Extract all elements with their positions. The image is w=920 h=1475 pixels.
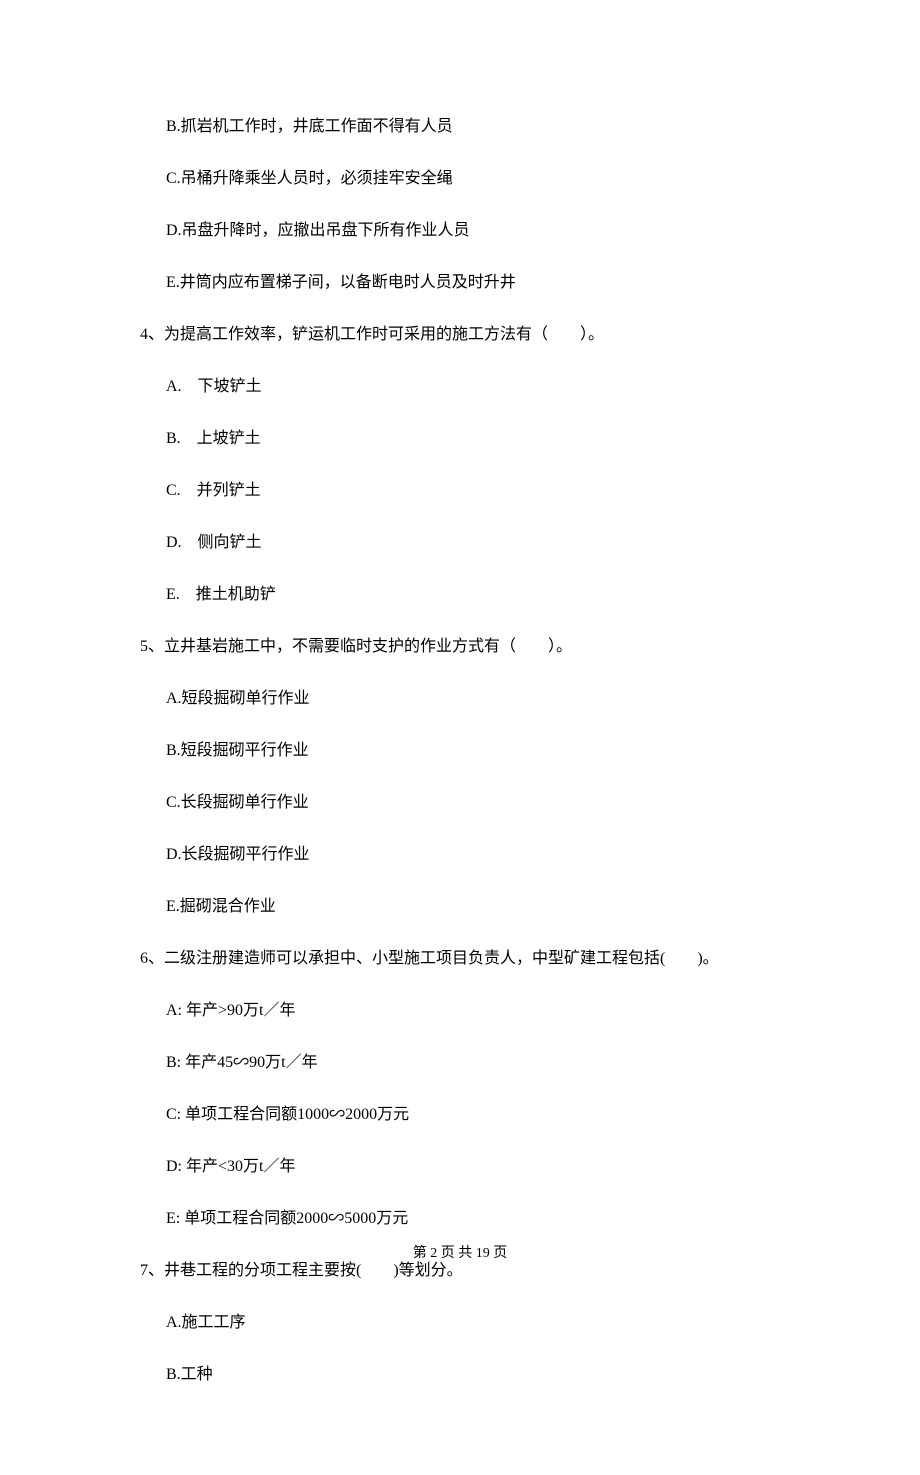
q5-option-c: C.长段掘砌单行作业 bbox=[166, 791, 780, 815]
q3-option-d: D.吊盘升降时，应撤出吊盘下所有作业人员 bbox=[166, 219, 780, 243]
q3-option-b: B.抓岩机工作时，井底工作面不得有人员 bbox=[166, 115, 780, 139]
q6-option-b: B: 年产45∽90万t／年 bbox=[166, 1051, 780, 1075]
q6-option-a: A: 年产>90万t／年 bbox=[166, 999, 780, 1023]
q7-option-a: A.施工工序 bbox=[166, 1311, 780, 1335]
q6-option-d: D: 年产<30万t／年 bbox=[166, 1155, 780, 1179]
q4-option-b: B. 上坡铲土 bbox=[166, 427, 780, 451]
q5-option-b: B.短段掘砌平行作业 bbox=[166, 739, 780, 763]
q5-option-a: A.短段掘砌单行作业 bbox=[166, 687, 780, 711]
q4-option-d: D. 侧向铲土 bbox=[166, 531, 780, 555]
q7-option-b: B.工种 bbox=[166, 1363, 780, 1387]
q4-option-e: E. 推土机助铲 bbox=[166, 583, 780, 607]
q3-option-c: C.吊桶升降乘坐人员时，必须挂牢安全绳 bbox=[166, 167, 780, 191]
q5-stem: 5、立井基岩施工中，不需要临时支护的作业方式有（ ）。 bbox=[140, 635, 780, 659]
q5-option-d: D.长段掘砌平行作业 bbox=[166, 843, 780, 867]
q3-option-e: E.井筒内应布置梯子间，以备断电时人员及时升井 bbox=[166, 271, 780, 295]
q4-stem: 4、为提高工作效率，铲运机工作时可采用的施工方法有（ ）。 bbox=[140, 323, 780, 347]
page-footer: 第 2 页 共 19 页 bbox=[0, 1242, 920, 1262]
q4-option-c: C. 并列铲土 bbox=[166, 479, 780, 503]
q6-option-c: C: 单项工程合同额1000∽2000万元 bbox=[166, 1103, 780, 1127]
q6-stem: 6、二级注册建造师可以承担中、小型施工项目负责人，中型矿建工程包括( )。 bbox=[140, 947, 780, 971]
q6-option-e: E: 单项工程合同额2000∽5000万元 bbox=[166, 1207, 780, 1231]
q4-option-a: A. 下坡铲土 bbox=[166, 375, 780, 399]
q5-option-e: E.掘砌混合作业 bbox=[166, 895, 780, 919]
q7-stem: 7、井巷工程的分项工程主要按( )等划分。 bbox=[140, 1259, 780, 1283]
